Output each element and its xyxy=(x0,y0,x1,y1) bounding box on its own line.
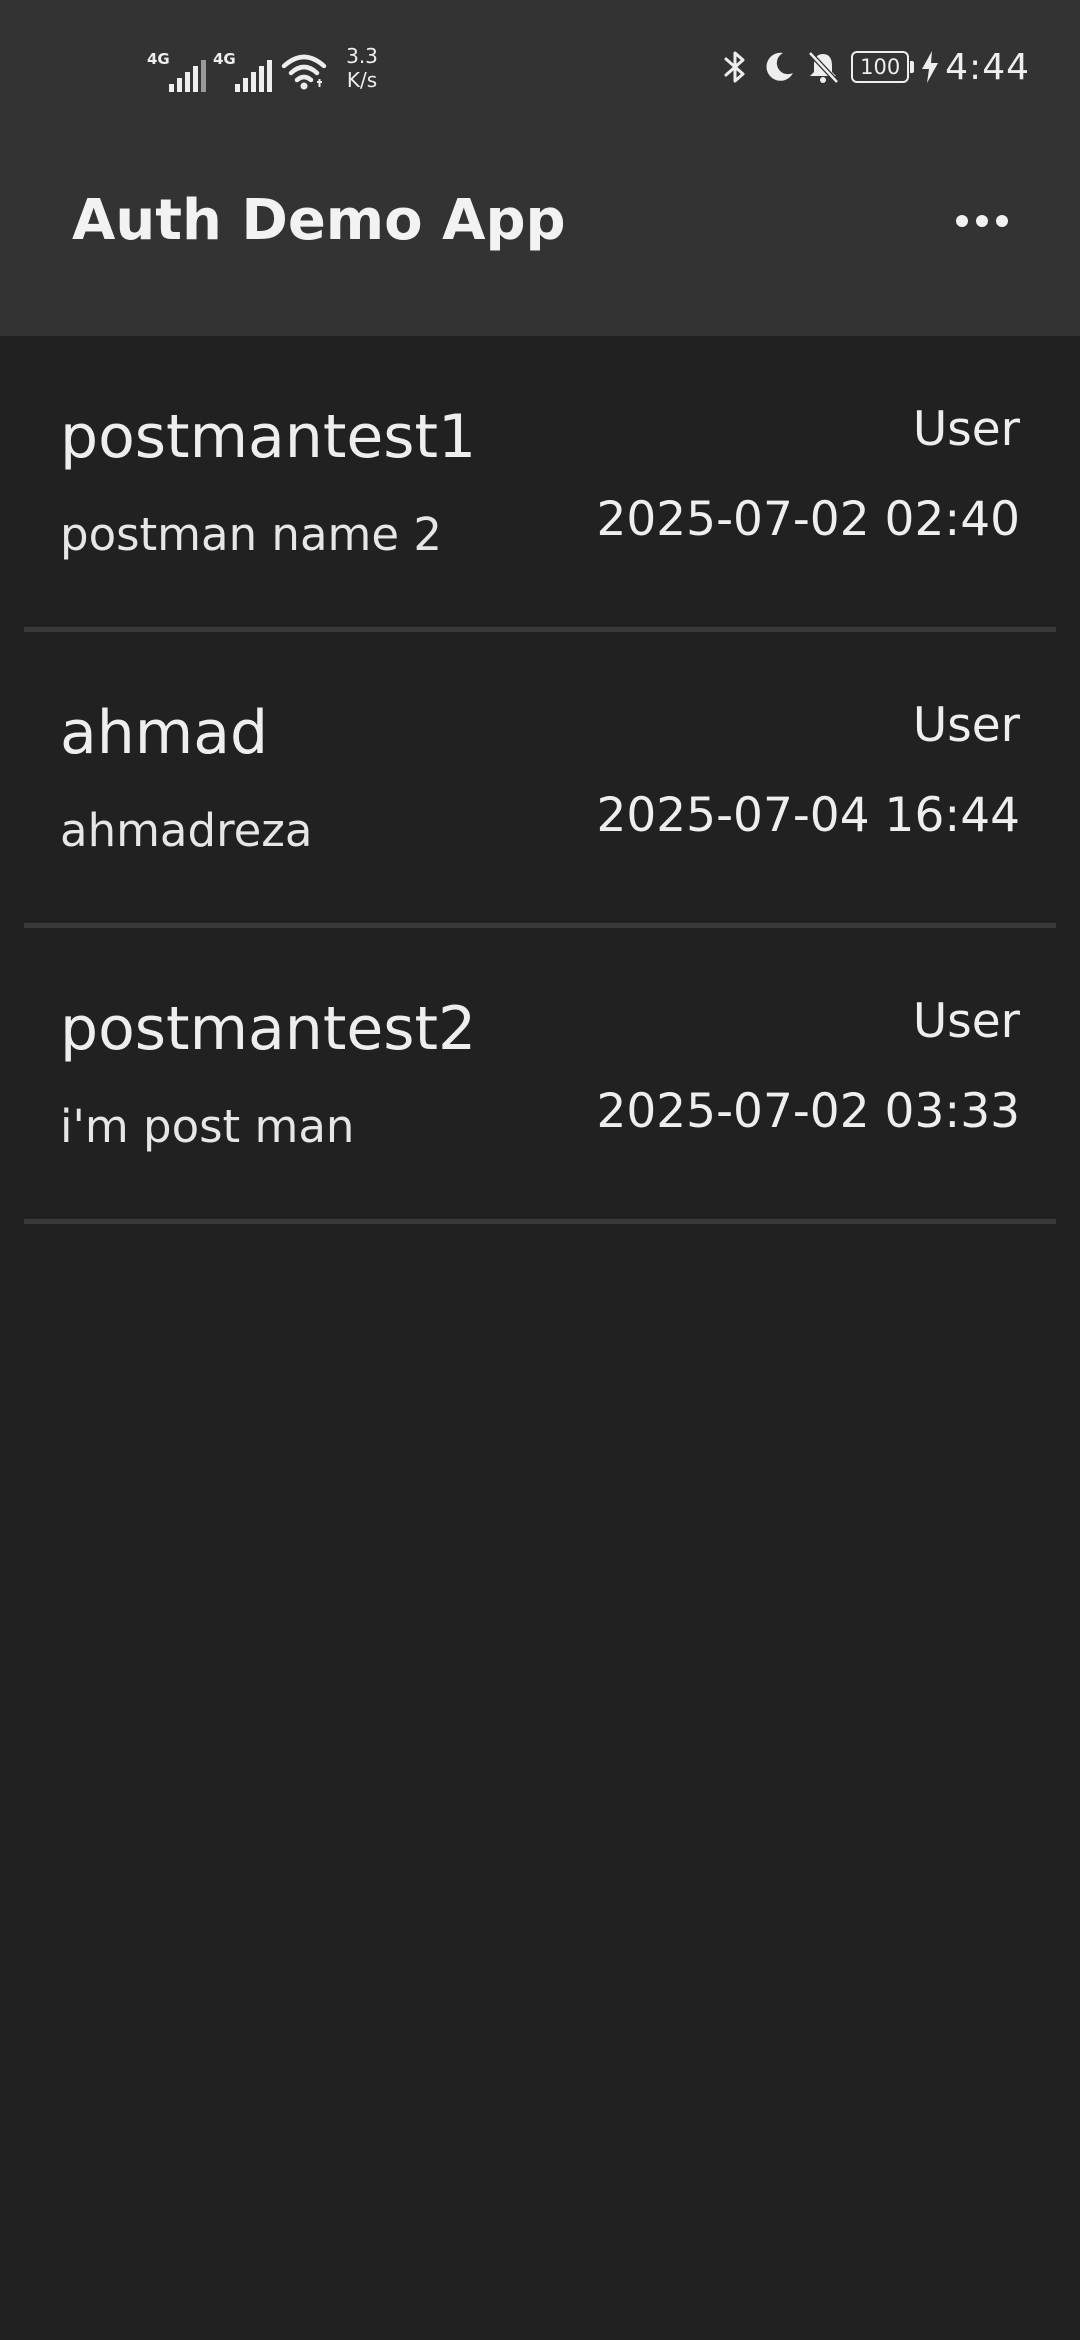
signal-icon xyxy=(235,60,275,92)
network-speed: 3.3 K/s xyxy=(337,44,387,92)
more-horizontal-icon xyxy=(956,215,968,227)
created-date: 2025-07-04 16:44 xyxy=(596,788,1020,843)
signal-sim1: 4G xyxy=(145,50,206,92)
battery-icon: 100 xyxy=(851,51,915,83)
app-bar: Auth Demo App xyxy=(0,130,1080,336)
app-title: Auth Demo App xyxy=(72,188,566,253)
user-role: User xyxy=(912,994,1020,1049)
status-bar-right: 100 4:44 xyxy=(709,42,1030,92)
user-list: postmantest1 postman name 2 User 2025-07… xyxy=(0,336,1080,1224)
status-bar-left: 4G 4G 3.3 K/s xyxy=(145,40,387,92)
username: ahmad xyxy=(60,698,269,768)
full-name: ahmadreza xyxy=(60,804,313,857)
user-role: User xyxy=(912,698,1020,753)
list-item[interactable]: postmantest2 i'm post man User 2025-07-0… xyxy=(0,928,1080,1224)
bell-off-icon xyxy=(808,51,839,84)
signal-icon xyxy=(169,60,209,92)
created-date: 2025-07-02 02:40 xyxy=(596,492,1020,547)
created-date: 2025-07-02 03:33 xyxy=(596,1084,1020,1139)
signal-sim2: 4G xyxy=(211,50,272,92)
full-name: i'm post man xyxy=(60,1100,355,1153)
user-role: User xyxy=(912,402,1020,457)
full-name: postman name 2 xyxy=(60,508,442,561)
battery-level: 100 xyxy=(860,55,901,79)
status-bar: 4G 4G 3.3 K/s 100 4:44 xyxy=(0,0,1080,130)
moon-icon xyxy=(766,52,794,81)
bluetooth-icon xyxy=(724,51,745,83)
network-speed-value: 3.3 xyxy=(346,44,378,68)
list-item[interactable]: postmantest1 postman name 2 User 2025-07… xyxy=(0,336,1080,632)
username: postmantest1 xyxy=(60,402,477,472)
wifi-icon xyxy=(281,54,327,90)
screen: 4G 4G 3.3 K/s 100 4:44 Auth Demo App pos… xyxy=(0,0,1080,2340)
charging-bolt-icon xyxy=(922,51,939,83)
divider xyxy=(24,1219,1056,1224)
more-options-button[interactable] xyxy=(936,190,1028,252)
network-type-label: 4G xyxy=(147,50,170,68)
status-time: 4:44 xyxy=(945,46,1030,88)
network-speed-unit: K/s xyxy=(346,68,378,92)
list-item[interactable]: ahmad ahmadreza User 2025-07-04 16:44 xyxy=(0,632,1080,928)
username: postmantest2 xyxy=(60,994,477,1064)
network-type-label: 4G xyxy=(213,50,236,68)
